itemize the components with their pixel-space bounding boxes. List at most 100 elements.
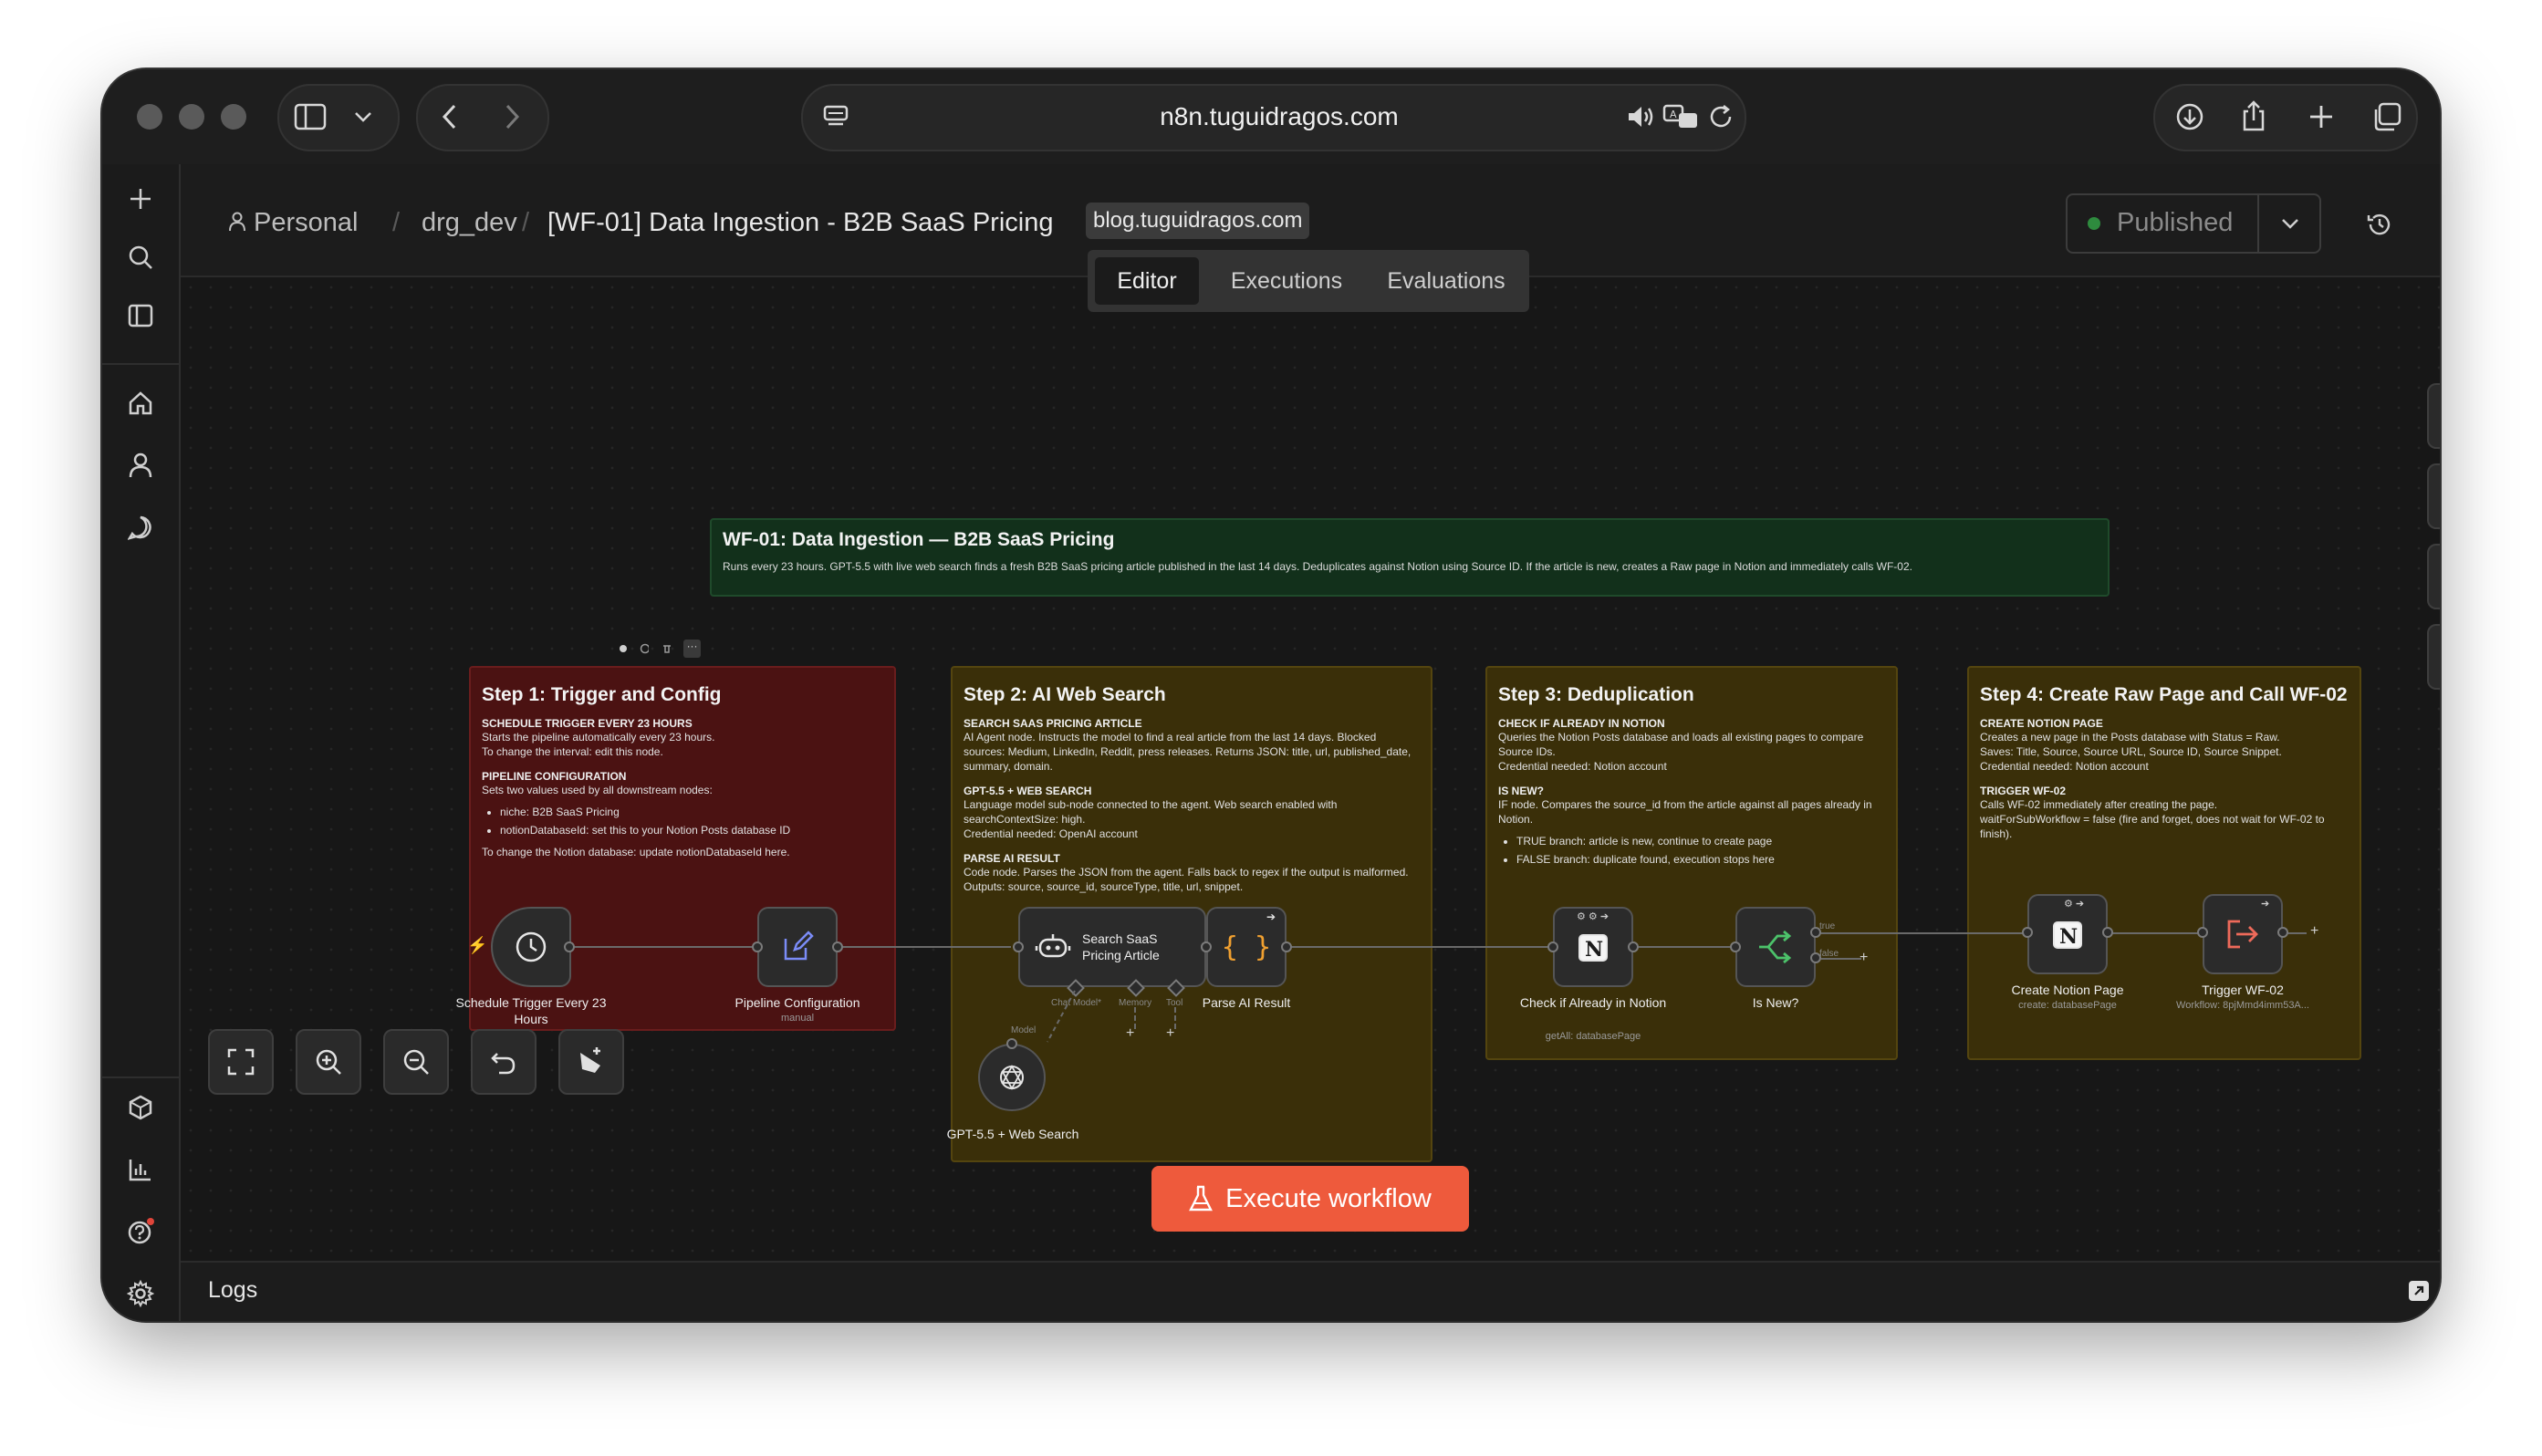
tidy-up-button[interactable] [558, 1029, 624, 1095]
input-port[interactable] [2022, 927, 2033, 938]
workflow-canvas[interactable]: WF-01: Data Ingestion — B2B SaaS Pricing… [181, 277, 2440, 1261]
add-tool-icon[interactable]: + [1166, 1025, 1174, 1042]
tab-editor[interactable]: Editor [1095, 257, 1199, 305]
breadcrumb-project[interactable]: drg_dev [422, 208, 517, 238]
flask-icon [1189, 1185, 1214, 1212]
output-port[interactable] [1281, 941, 1292, 952]
create-notion-page-label: Create Notion Page [2011, 983, 2124, 997]
help-icon[interactable] [122, 1213, 159, 1250]
toggle-panel-button[interactable] [2427, 624, 2440, 690]
trigger-wf02-node[interactable] [2203, 894, 2283, 974]
templates-icon[interactable] [122, 1089, 159, 1126]
sidebar-icon[interactable] [292, 99, 328, 135]
schedule-trigger-label: Schedule Trigger Every 23 Hours [455, 995, 607, 1026]
user-icon[interactable] [122, 447, 159, 484]
reset-zoom-button[interactable] [471, 1029, 537, 1095]
output-port[interactable] [1628, 941, 1639, 952]
add-node-icon[interactable]: + [2310, 923, 2318, 940]
delete-icon[interactable] [662, 643, 671, 654]
gpt-model-node[interactable] [978, 1044, 1046, 1111]
add-icon[interactable] [122, 181, 159, 217]
schedule-trigger-node[interactable] [491, 907, 571, 987]
input-port[interactable] [1013, 941, 1024, 952]
step4-section-trigger: TRIGGER WF-02 [1980, 785, 2067, 797]
tab-executions[interactable]: Executions [1206, 257, 1367, 305]
translate-icon[interactable]: A [1661, 99, 1701, 135]
zoom-in-button[interactable] [296, 1029, 361, 1095]
home-icon[interactable] [122, 385, 159, 421]
parse-result-label: Parse AI Result [1202, 995, 1291, 1010]
reload-icon[interactable] [1703, 99, 1739, 135]
close-window-button[interactable] [137, 104, 162, 130]
add-node-icon[interactable]: + [1860, 950, 1868, 966]
notion-check-status-icons: ⚙ ⚙ ➔ [1577, 911, 1610, 922]
model-input-port[interactable] [1006, 1038, 1017, 1049]
input-port[interactable] [1730, 941, 1741, 952]
breadcrumb-personal[interactable]: Personal [254, 208, 358, 238]
play-icon[interactable] [619, 644, 627, 653]
more-options-icon[interactable] [2436, 208, 2440, 241]
create-notion-page-subtitle: create: databasePage [2018, 1000, 2117, 1011]
collapse-sidebar-icon[interactable] [122, 297, 159, 334]
history-icon[interactable] [2363, 208, 2396, 241]
output-port[interactable] [2277, 927, 2288, 938]
popout-icon[interactable] [2407, 1279, 2433, 1305]
pipeline-config-node[interactable] [757, 907, 838, 987]
step3-section-isnew: IS NEW? [1498, 785, 1544, 797]
connection-line-true [1816, 932, 2049, 934]
logs-panel[interactable]: Logs [181, 1261, 2440, 1321]
true-branch-label: true [1819, 921, 1836, 931]
speaker-icon[interactable] [1622, 99, 1659, 135]
input-port[interactable] [1547, 941, 1558, 952]
add-memory-icon[interactable]: + [1126, 1025, 1134, 1042]
insights-icon[interactable] [122, 1151, 159, 1188]
svg-text:N: N [1585, 938, 1603, 962]
chevron-down-icon[interactable] [347, 100, 380, 133]
search-nodes-button[interactable] [2427, 463, 2440, 529]
published-label[interactable]: Published [2117, 208, 2233, 238]
tab-overview-icon[interactable] [2369, 99, 2405, 135]
title-note-heading: WF-01: Data Ingestion — B2B SaaS Pricing [723, 529, 1115, 550]
step1-bullet: niche: B2B SaaS Pricing [500, 803, 883, 821]
zoom-window-button[interactable] [221, 104, 246, 130]
output-port[interactable] [832, 941, 843, 952]
search-agent-node[interactable]: Search SaaS Pricing Article [1018, 907, 1206, 987]
workflow-tag[interactable]: blog.tuguidragos.com [1086, 203, 1310, 239]
title-sticky-note[interactable]: WF-01: Data Ingestion — B2B SaaS Pricing… [710, 518, 2110, 597]
forward-icon[interactable] [495, 99, 531, 135]
search-icon[interactable] [122, 239, 159, 276]
sticky-toolbar: ··· [619, 639, 701, 659]
chat-icon[interactable] [122, 509, 159, 546]
person-icon [228, 212, 246, 236]
output-port[interactable] [2102, 927, 2113, 938]
power-icon[interactable] [640, 643, 649, 654]
output-port[interactable] [564, 941, 575, 952]
back-icon[interactable] [431, 99, 467, 135]
add-node-button[interactable] [2427, 383, 2440, 449]
fit-view-button[interactable] [208, 1029, 274, 1095]
settings-gear-icon[interactable] [122, 1275, 159, 1312]
input-port[interactable] [1201, 941, 1212, 952]
workflow-name[interactable]: [WF-01] Data Ingestion - B2B SaaS Pricin… [547, 208, 1053, 238]
chevron-down-icon[interactable] [2274, 210, 2307, 237]
download-icon[interactable] [2172, 99, 2208, 135]
add-sticky-button[interactable] [2427, 544, 2440, 609]
step4-create-text: Creates a new page in the Posts database… [1980, 731, 2282, 773]
step2-section-search: SEARCH SAAS PRICING ARTICLE [964, 717, 1142, 730]
minimize-window-button[interactable] [179, 104, 204, 130]
notion-icon: N [1578, 934, 1608, 962]
page-settings-icon[interactable] [818, 99, 854, 135]
input-port[interactable] [2197, 927, 2208, 938]
step1-section-schedule: SCHEDULE TRIGGER EVERY 23 HOURS [482, 717, 693, 730]
step1-pipeline-text: Sets two values used by all downstream n… [482, 784, 713, 796]
tab-evaluations[interactable]: Evaluations [1370, 257, 1522, 305]
step3-title: Step 3: Deduplication [1498, 684, 1694, 705]
is-new-node[interactable] [1735, 907, 1816, 987]
share-icon[interactable] [2235, 97, 2272, 135]
new-tab-icon[interactable] [2303, 99, 2339, 135]
create-page-status-icons: ⚙ ➔ [2064, 899, 2085, 910]
execute-workflow-button[interactable]: Execute workflow [1151, 1166, 1469, 1232]
input-port[interactable] [752, 941, 763, 952]
more-icon[interactable]: ··· [683, 640, 701, 658]
zoom-out-button[interactable] [383, 1029, 449, 1095]
